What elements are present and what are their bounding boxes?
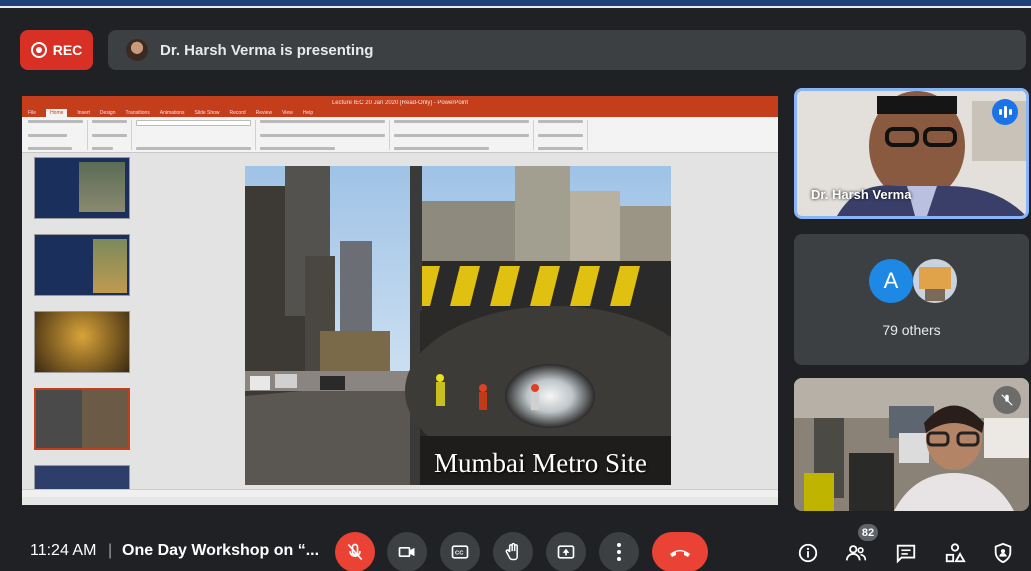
meeting-title: One Day Workshop on “... (122, 542, 320, 559)
mic-off-icon (347, 543, 363, 561)
current-slide: Mumbai Metro Site (245, 166, 671, 485)
more-vert-icon (617, 543, 621, 561)
raise-hand-button[interactable] (493, 532, 533, 571)
recording-label: REC (52, 42, 83, 58)
others-tile[interactable] (794, 234, 1029, 365)
others-count: 79 others (882, 322, 941, 338)
slide-thumbnail[interactable] (34, 157, 130, 219)
ribbon-tab: File (28, 110, 37, 116)
more-options-button[interactable] (599, 532, 639, 571)
people-button[interactable] (843, 540, 869, 566)
meet-window: REC Dr. Harsh Verma is presenting Lectur… (0, 0, 1031, 571)
present-button[interactable] (546, 532, 586, 571)
activities-icon (945, 543, 966, 563)
ribbon-tab: Animations (159, 110, 185, 116)
info-icon (798, 543, 818, 563)
separator: | (108, 542, 113, 559)
ribbon-tab: Review (255, 110, 273, 116)
ribbon-group-editing (538, 120, 588, 150)
camera-toggle-button[interactable] (387, 532, 427, 571)
slide-caption: Mumbai Metro Site (434, 448, 647, 478)
mic-toggle-button[interactable] (335, 532, 375, 571)
record-icon (30, 42, 47, 58)
ribbon-tab: Record (229, 110, 246, 116)
slide-thumbnail-panel: 5 6 7 8 (30, 157, 138, 497)
host-controls-icon (994, 542, 1012, 564)
ribbon-tab: Transitions (125, 110, 150, 116)
metro-site-photo (245, 166, 671, 485)
chat-icon (896, 544, 916, 564)
captions-button[interactable]: CC (440, 532, 480, 571)
slide-thumbnail[interactable]: 6 (34, 311, 130, 373)
presenting-banner: Dr. Harsh Verma is presenting (108, 30, 1026, 70)
clock-time: 11:24 AM (30, 542, 97, 559)
participant-video-tile[interactable] (794, 378, 1029, 511)
raise-hand-icon (505, 542, 518, 561)
participant-avatar-photo (913, 259, 957, 303)
ribbon-group-font (136, 120, 256, 150)
slide-thumbnail[interactable]: 5 (34, 234, 130, 296)
ribbon-tab: Help (302, 110, 314, 116)
powerpoint-status-bar (22, 489, 778, 497)
captions-icon: CC (451, 545, 469, 559)
powerpoint-ribbon-tabs: File Home Insert Design Transitions Anim… (22, 109, 778, 117)
ribbon-tab: Design (99, 110, 116, 116)
powerpoint-ribbon (22, 117, 778, 153)
camera-icon (398, 547, 415, 557)
host-controls-button[interactable] (990, 540, 1016, 566)
end-call-button[interactable] (652, 532, 708, 571)
ribbon-tab: Insert (77, 110, 90, 116)
powerpoint-window-title: Lecture IEC 20 Jan 2020 [Read-Only] - Po… (331, 99, 469, 106)
ribbon-tab: View (282, 110, 293, 116)
activities-button[interactable] (942, 540, 968, 566)
speaking-indicator-icon (992, 99, 1018, 125)
recording-indicator[interactable]: REC (20, 30, 93, 70)
end-call-icon (670, 550, 690, 557)
svg-text:CC: CC (455, 551, 464, 557)
ribbon-group-paragraph (260, 120, 390, 150)
chat-button[interactable] (893, 540, 919, 566)
top-window-strip (0, 0, 1031, 8)
meeting-details-button[interactable] (795, 540, 821, 566)
ribbon-tab-active: Home (46, 109, 68, 117)
ribbon-group-drawing (394, 120, 534, 150)
ribbon-group-slides (92, 120, 132, 150)
people-icon (845, 545, 867, 561)
people-count-badge: 82 (858, 524, 878, 541)
presenter-avatar (126, 39, 148, 61)
present-icon (557, 545, 575, 559)
presenter-video-tile[interactable]: Dr. Harsh Verma (794, 88, 1029, 219)
shared-screen: Lecture IEC 20 Jan 2020 [Read-Only] - Po… (22, 96, 778, 505)
slide-thumbnail-selected[interactable]: 7 (30, 388, 130, 450)
participant-avatar-a: A (869, 259, 913, 303)
powerpoint-title-bar: Lecture IEC 20 Jan 2020 [Read-Only] - Po… (22, 96, 778, 109)
ribbon-tab: Slide Show (194, 110, 220, 116)
powerpoint-workspace: 5 6 7 8 (22, 153, 778, 497)
mic-muted-icon (993, 386, 1021, 414)
ribbon-group-clipboard (28, 120, 88, 150)
presenting-text: Dr. Harsh Verma is presenting (160, 41, 374, 59)
presenter-name-label: Dr. Harsh Verma (811, 187, 912, 202)
